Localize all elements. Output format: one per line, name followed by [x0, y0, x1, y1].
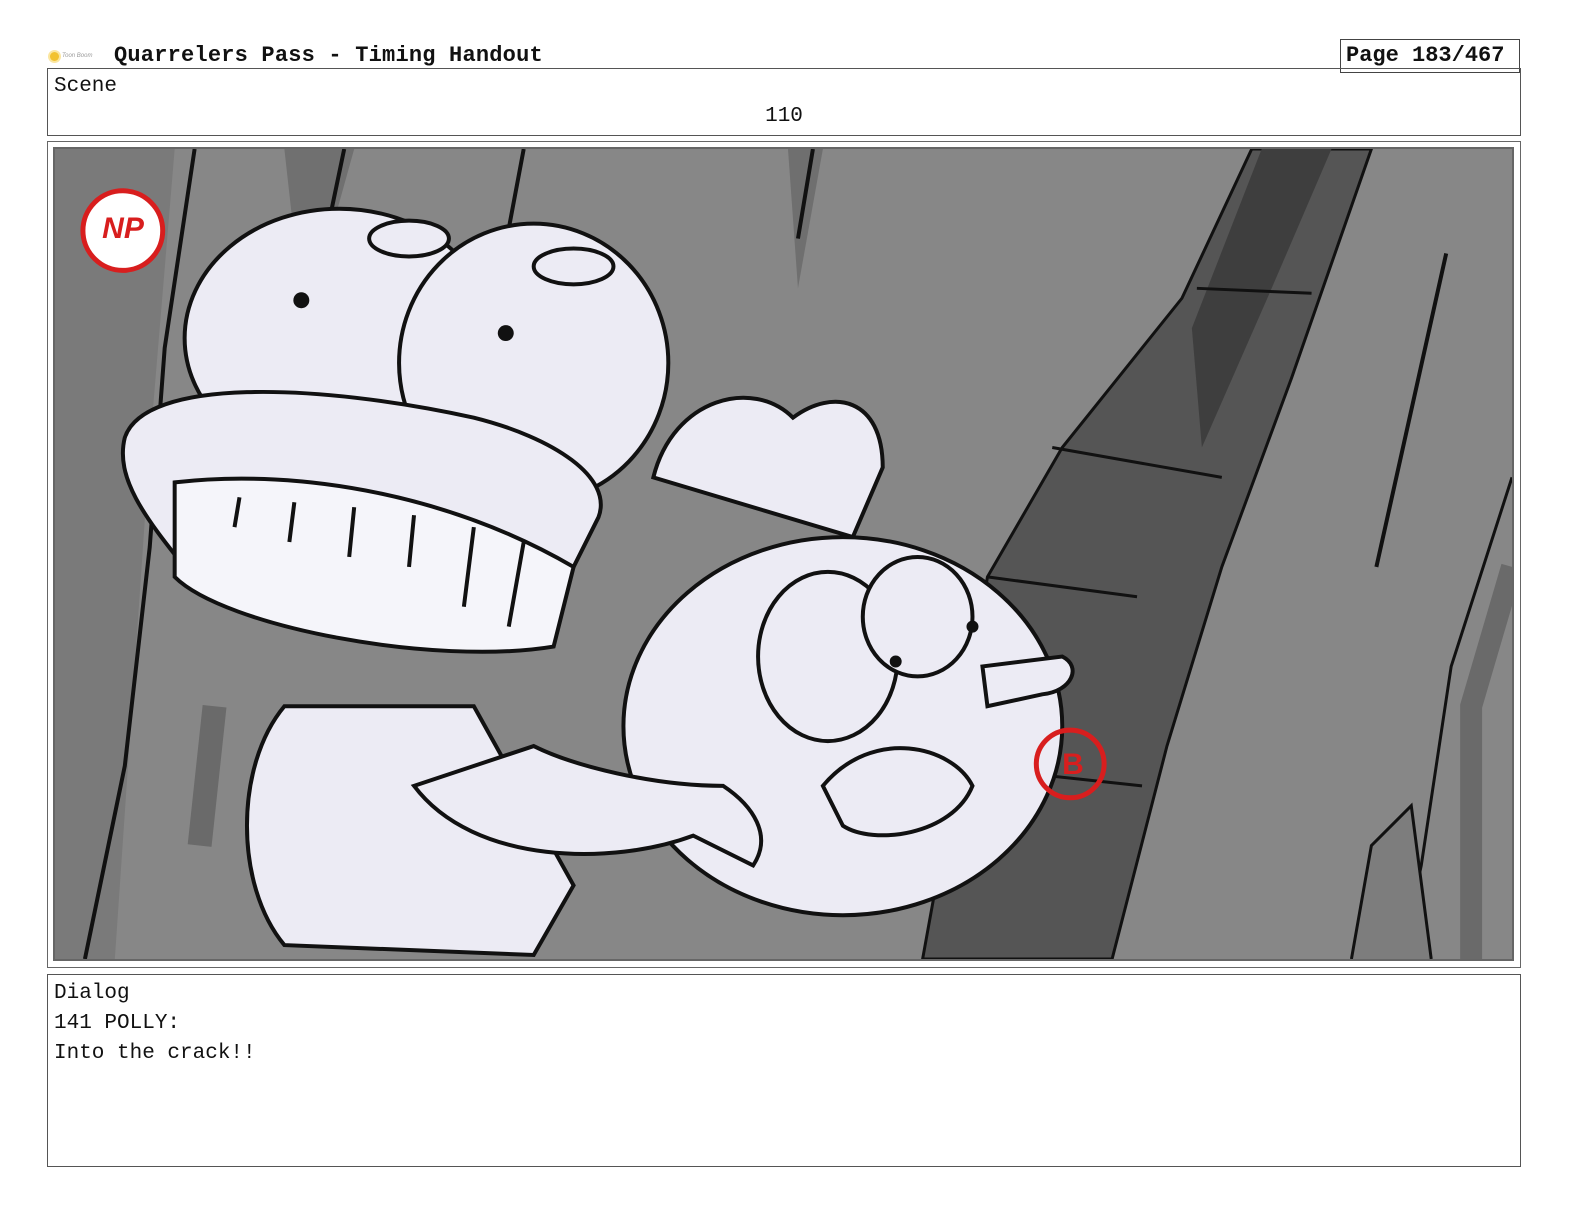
scene-label: Scene: [54, 75, 118, 98]
b-mark: B: [1062, 748, 1084, 781]
logo-text: Toon Boom: [62, 53, 93, 59]
toon-boom-logo: Toon Boom: [50, 49, 100, 63]
panel-drawing: [55, 149, 1512, 959]
np-mark: NP: [102, 212, 144, 245]
scene-number: 110: [765, 105, 803, 128]
document-title: Quarrelers Pass - Timing Handout: [114, 43, 543, 68]
page-number: Page 183/467: [1346, 43, 1505, 68]
dialog-speaker: 141 POLLY:: [54, 1012, 181, 1035]
sun-icon: [50, 51, 59, 61]
dialog-box: Dialog 141 POLLY: Into the crack!!: [47, 974, 1521, 1167]
storyboard-panel-frame: NP B: [47, 141, 1521, 968]
scene-box: Scene 110: [47, 68, 1521, 136]
dialog-line: Into the crack!!: [54, 1042, 256, 1065]
dialog-label: Dialog: [54, 982, 130, 1005]
storyboard-panel: NP B: [53, 147, 1514, 961]
